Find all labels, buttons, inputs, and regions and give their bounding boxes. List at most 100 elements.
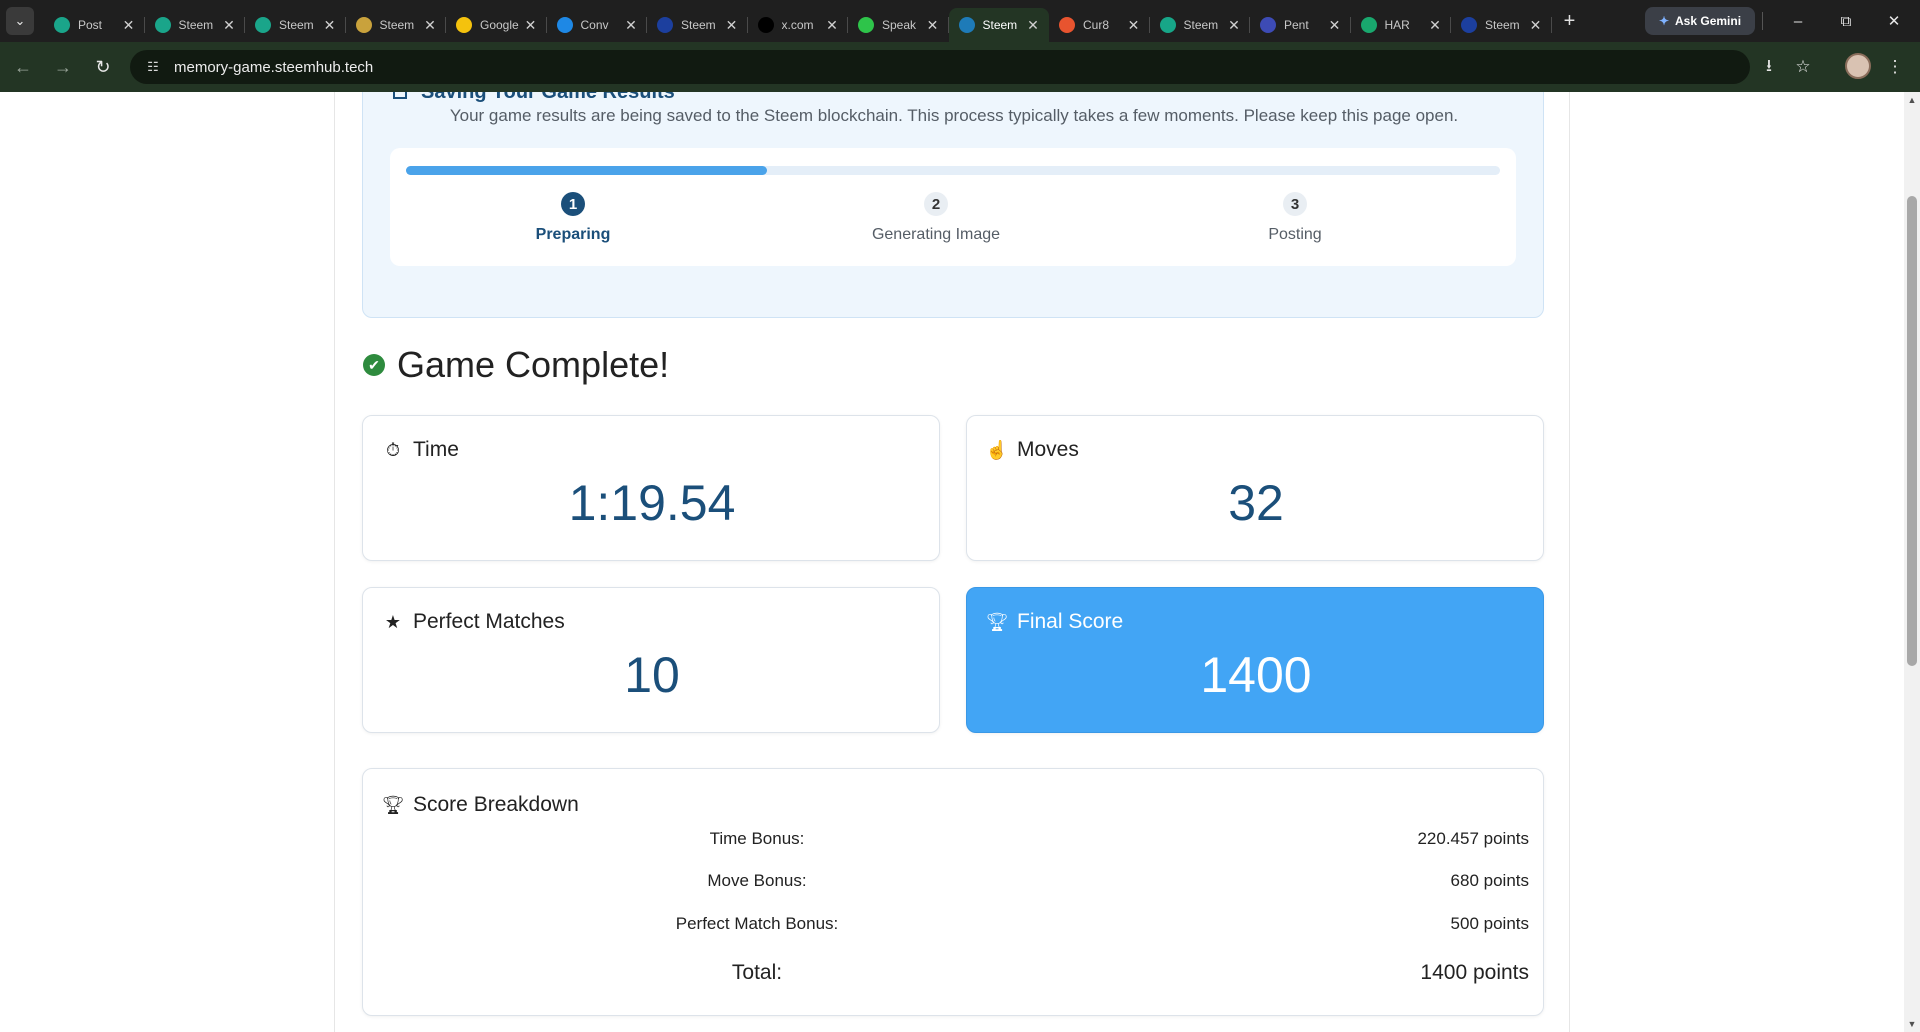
tab-title: Steem: [379, 18, 415, 32]
tab-favicon-icon: [958, 17, 975, 33]
browser-tab[interactable]: Steem ✕: [145, 8, 246, 42]
saving-description: Your game results are being saved to the…: [449, 106, 1459, 125]
star-outline-icon: ☆: [1795, 57, 1811, 76]
page-scrollbar[interactable]: ▲ ▼: [1904, 92, 1920, 1032]
browser-tab[interactable]: Steem ✕: [647, 8, 748, 42]
tab-close-icon[interactable]: ✕: [221, 17, 237, 34]
tab-close-icon[interactable]: ✕: [121, 17, 137, 34]
bookmark-button[interactable]: ☆: [1786, 50, 1820, 84]
browser-menu-button[interactable]: ⋮: [1878, 50, 1912, 84]
game-complete-heading: ✔ Game Complete!: [363, 344, 669, 386]
progress-track: [406, 166, 1500, 175]
tab-favicon-icon: [1159, 17, 1176, 33]
saving-results-panel: Saving Your Game Results Your game resul…: [362, 92, 1544, 318]
browser-tab[interactable]: Post ✕: [44, 8, 145, 42]
check-circle-icon: ✔: [363, 354, 385, 376]
forward-button[interactable]: →: [46, 50, 80, 84]
breakdown-row-time-bonus: Time Bonus: 220.457 points: [363, 829, 1545, 859]
browser-tab[interactable]: Steem ✕: [948, 8, 1049, 42]
tab-favicon-icon: [1260, 17, 1276, 33]
tab-close-icon[interactable]: ✕: [1126, 17, 1142, 34]
score-breakdown-title: Score Breakdown: [413, 793, 579, 816]
final-score-stat-card: 🏆︎ Final Score 1400: [966, 587, 1544, 733]
chevron-down-icon: ⌄: [14, 13, 26, 28]
tab-title: Cur8: [1083, 18, 1110, 32]
tab-favicon-icon: [54, 17, 70, 33]
tab-favicon-icon: [456, 17, 472, 33]
tab-favicon-icon: [556, 17, 573, 33]
tab-favicon-icon: [858, 17, 874, 33]
tab-favicon-icon: [154, 17, 171, 33]
scroll-thumb[interactable]: [1907, 196, 1917, 666]
profile-avatar[interactable]: [1845, 53, 1871, 79]
close-window-button[interactable]: ✕: [1874, 8, 1914, 34]
tab-close-icon[interactable]: ✕: [925, 17, 941, 34]
tab-close-icon[interactable]: ✕: [724, 17, 740, 34]
browser-tab[interactable]: Steem ✕: [1451, 8, 1552, 42]
step-posting: 3 Posting: [1185, 192, 1405, 244]
step-number: 2: [924, 192, 948, 216]
restore-button[interactable]: ⧉: [1826, 8, 1866, 34]
step-number: 3: [1283, 192, 1307, 216]
tab-title: Post: [78, 18, 103, 32]
progress-fill: [406, 166, 768, 175]
tab-title: Steem: [279, 18, 314, 32]
tab-close-icon[interactable]: ✕: [1327, 17, 1343, 34]
reload-button[interactable]: ↻: [86, 50, 120, 84]
install-app-button[interactable]: ⭳: [1752, 50, 1786, 84]
tab-close-icon[interactable]: ✕: [1226, 17, 1242, 34]
step-label: Generating Image: [871, 226, 1001, 243]
tab-title: Steem: [1183, 18, 1219, 32]
tab-list: Post ✕ Steem ✕ Steem ✕ Steem ✕ Google ✕ Conv ✕ Steem…: [44, 0, 1552, 42]
final-score-value: 1400: [1200, 647, 1312, 703]
tab-close-icon[interactable]: ✕: [623, 17, 639, 34]
tab-title: HAR: [1384, 18, 1410, 32]
browser-tab[interactable]: Cur8 ✕: [1049, 8, 1150, 42]
new-tab-button[interactable]: +: [1556, 7, 1584, 35]
tab-search-button[interactable]: ⌄: [6, 7, 34, 35]
browser-tab[interactable]: Google ✕: [446, 8, 547, 42]
breakdown-row-move-bonus: Move Bonus: 680 points: [363, 871, 1545, 901]
tab-title: Steem: [178, 18, 214, 32]
tab-favicon-icon: [657, 17, 673, 33]
tab-close-icon[interactable]: ✕: [1528, 17, 1544, 34]
stat-label: Perfect Matches: [413, 610, 565, 633]
browser-toolbar: ← → ↻ ☷ memory-game.steemhub.tech ⭳ ☆ ⋮: [0, 42, 1920, 92]
tab-title: Steem: [1485, 18, 1520, 32]
browser-tab[interactable]: HAR ✕: [1351, 8, 1452, 42]
tab-favicon-icon: [1360, 17, 1377, 33]
scroll-up-arrow-icon[interactable]: ▲: [1904, 92, 1920, 108]
browser-tab[interactable]: Conv ✕: [547, 8, 648, 42]
tab-close-icon[interactable]: ✕: [422, 17, 438, 34]
tab-close-icon[interactable]: ✕: [824, 17, 840, 34]
browser-tab[interactable]: Steem ✕: [346, 8, 447, 42]
browser-tab[interactable]: x.com ✕: [748, 8, 849, 42]
breakdown-total-value: 1400 points: [1420, 961, 1529, 984]
browser-tab[interactable]: Steem ✕: [245, 8, 346, 42]
browser-tab[interactable]: Pent ✕: [1250, 8, 1351, 42]
game-results-container: Saving Your Game Results Your game resul…: [334, 92, 1570, 1032]
tab-close-icon[interactable]: ✕: [523, 17, 539, 34]
tab-close-icon[interactable]: ✕: [1025, 17, 1041, 34]
breakdown-row-perfect-match-bonus: Perfect Match Bonus: 500 points: [363, 914, 1545, 944]
minimize-icon: –: [1793, 12, 1803, 30]
step-number: 1: [561, 192, 585, 216]
minimize-button[interactable]: –: [1778, 8, 1818, 34]
address-bar[interactable]: ☷ memory-game.steemhub.tech: [130, 50, 1750, 84]
tab-title: Steem: [681, 18, 716, 32]
browser-tab[interactable]: Steem ✕: [1150, 8, 1251, 42]
back-button[interactable]: ←: [6, 50, 40, 84]
plus-icon: +: [1563, 9, 1576, 32]
scroll-down-arrow-icon[interactable]: ▼: [1904, 1016, 1920, 1032]
browser-tab[interactable]: Speak ✕: [848, 8, 949, 42]
tab-close-icon[interactable]: ✕: [1427, 17, 1443, 34]
tab-close-icon[interactable]: ✕: [322, 17, 338, 34]
step-label: Preparing: [535, 226, 611, 243]
toolbar-divider: [1762, 12, 1763, 30]
breakdown-row-total: Total: 1400 points: [363, 961, 1545, 991]
ask-gemini-button[interactable]: ✦ Ask Gemini: [1645, 7, 1755, 35]
stat-label: Final Score: [1017, 610, 1124, 633]
moves-value: 32: [1228, 475, 1284, 531]
install-icon: ⭳: [1766, 55, 1772, 75]
site-info-icon[interactable]: ☷: [142, 56, 164, 78]
